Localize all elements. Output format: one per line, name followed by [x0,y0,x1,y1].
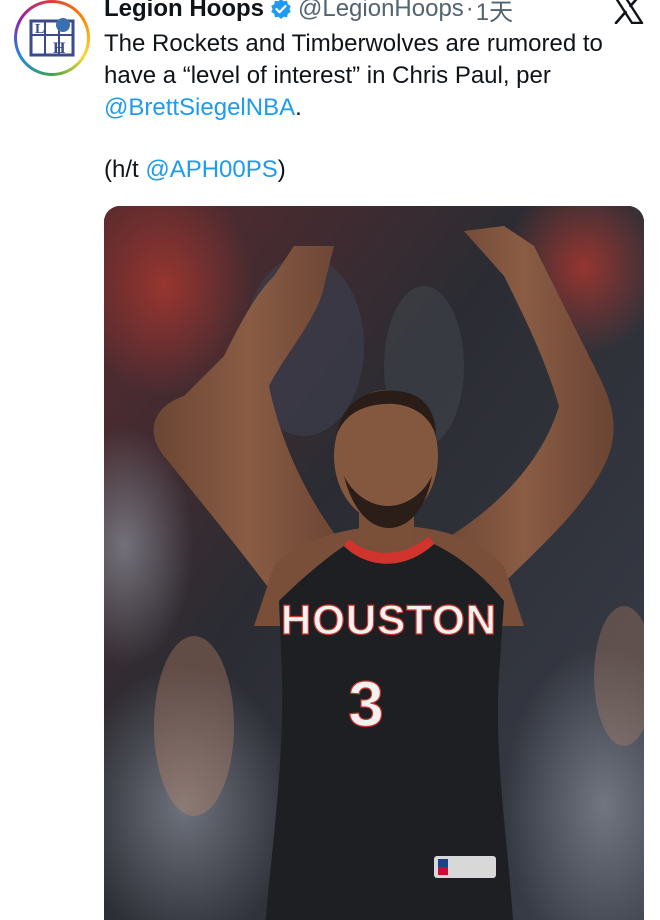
tweet-text-paragraph-2: (h/t @APH00PS) [104,154,644,186]
author-display-name[interactable]: Legion Hoops [104,0,264,23]
hat-tip-prefix: (h/t [104,156,146,183]
svg-text:H: H [53,40,66,57]
tweet-timestamp[interactable]: 1天 [476,0,513,27]
svg-text:L: L [35,22,44,37]
mention-brett-siegel[interactable]: @BrettSiegelNBA [104,94,295,121]
hat-tip-suffix: ) [277,156,286,183]
legion-hoops-logo-icon: L H [17,3,87,73]
verified-badge-icon [270,0,292,20]
author-avatar[interactable]: L H [14,0,90,76]
jersey-number: 3 [348,668,384,740]
x-logo-icon[interactable] [612,0,644,29]
tweet-photo[interactable]: HOUSTON 3 [104,206,644,920]
jersey-text: HOUSTON [281,596,497,643]
mention-aph00ps[interactable]: @APH00PS [145,156,277,183]
tweet-text-period: . [295,94,302,121]
tweet-text: The Rockets and Timberwolves are rumored… [104,28,644,186]
tweet-card[interactable]: L H Legion Hoops @LegionHoops · 1天 The R… [0,0,660,920]
header-separator: · [465,0,474,22]
author-handle[interactable]: @LegionHoops [298,0,464,23]
tweet-text-paragraph-1: The Rockets and Timberwolves are rumored… [104,28,644,124]
tweet-header: Legion Hoops @LegionHoops · 1天 [104,0,513,26]
tweet-text-main: The Rockets and Timberwolves are rumored… [104,30,603,89]
